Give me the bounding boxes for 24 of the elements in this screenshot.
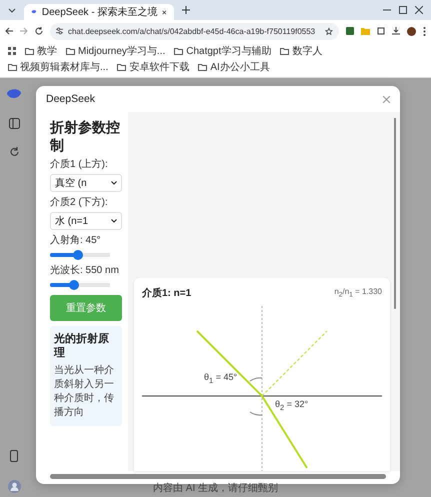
- bookmark[interactable]: Midjourney学习与...: [66, 44, 166, 58]
- refracted-angle-label: θ$_{2}$ = 32°: [275, 399, 308, 412]
- medium-select[interactable]: 真空 (n: [50, 174, 122, 192]
- field-label: 入射角: 45°: [50, 235, 102, 247]
- medium-select[interactable]: 水 (n=1: [50, 212, 122, 230]
- info-text: 当光从一种介质斜射入另一种介质时，传播方向: [54, 364, 115, 420]
- bookmark[interactable]: Chatgpt学习与辅助: [174, 44, 272, 58]
- address-bar[interactable]: chat.deepseek.com/a/chat/s/042abdbf-e45d-46ca-a19b-f750119f0553: [50, 22, 339, 40]
- bookmark[interactable]: 安卓软件下载: [117, 60, 190, 74]
- bookmark[interactable]: 视频剪辑素材库与...: [8, 60, 108, 74]
- panel-title: 折射参数控制: [50, 118, 121, 154]
- bookmark[interactable]: 教学: [25, 44, 57, 58]
- incident-angle-label: θ$_{1}$ = 45°: [204, 372, 238, 385]
- field-label: 介质1 (上方):: [50, 159, 109, 171]
- medium-label: 介质1: n=1: [142, 286, 192, 300]
- disclaimer-text: 内容由 AI 生成，请仔细甄别: [153, 482, 278, 495]
- bookmark[interactable]: AI办公小工具: [198, 60, 270, 74]
- bookmark[interactable]: 数字人: [280, 44, 322, 58]
- field-label: 介质2 (下方):: [50, 197, 109, 209]
- field-label: 光波长: 550 nm: [50, 265, 120, 277]
- browser-tab[interactable]: DeepSeek - 探索未至之境: [24, 4, 174, 20]
- dialog-title: DeepSeek: [46, 93, 96, 105]
- info-title: 光的折射原理: [54, 332, 110, 360]
- ratio-label: n$_{2}$/n$_{1}$ = 1.330: [334, 287, 382, 299]
